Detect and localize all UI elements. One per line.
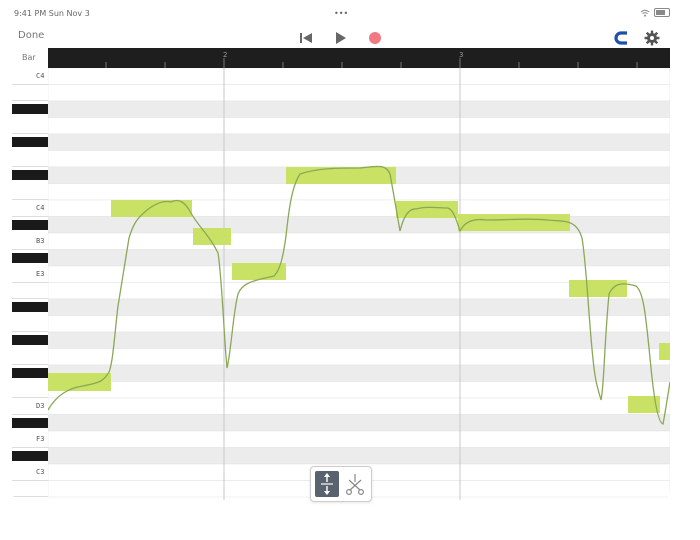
status-time-date: 9:41 PM Sun Nov 3: [14, 9, 90, 18]
magnet-icon: [614, 31, 627, 45]
piano-key-black[interactable]: [12, 252, 48, 263]
piano-key-black[interactable]: [12, 450, 48, 461]
note-label: F3: [36, 435, 45, 443]
toolbar: Done: [0, 26, 700, 50]
piano-key-white[interactable]: [12, 150, 48, 167]
piano-key-black[interactable]: [12, 335, 48, 346]
pitch-lane: [48, 117, 670, 135]
pitch-lane: [48, 364, 670, 382]
note-label: D3: [36, 402, 45, 410]
note-label: C4: [36, 204, 45, 212]
pitch-lane: [48, 232, 670, 250]
settings-button[interactable]: [642, 28, 662, 48]
grid-graphics: [48, 68, 670, 500]
record-button[interactable]: [365, 28, 385, 48]
note-label: B3: [36, 237, 45, 245]
play-button[interactable]: [330, 28, 350, 48]
play-icon: [336, 32, 346, 44]
pitch-lane: [48, 68, 670, 85]
pitch-lane: [48, 84, 670, 102]
pitch-lane: [48, 133, 670, 151]
pitch-lane: [48, 414, 670, 432]
pitch-lane: [48, 298, 670, 316]
status-time: 9:41 PM: [14, 9, 47, 18]
piano-keyboard[interactable]: C4 C4 B3 E3 D3 F3 C3: [12, 48, 48, 500]
piano-key-black[interactable]: [12, 219, 48, 230]
pitch-lane: [48, 381, 670, 399]
bar-marker-3: 3: [459, 51, 463, 59]
pitch-lane: [48, 447, 670, 465]
note-grid[interactable]: [48, 68, 670, 500]
piano-key-white[interactable]: [12, 381, 48, 398]
note-block[interactable]: [458, 214, 570, 231]
app-window: 9:41 PM Sun Nov 3 ••• Done Bar C4 C4 B3 …: [0, 0, 700, 540]
multitasking-dots[interactable]: •••: [334, 9, 348, 18]
snap-magnet-button[interactable]: [612, 28, 632, 48]
status-date: Sun Nov 3: [48, 9, 90, 18]
timeline-ruler[interactable]: 2 3: [48, 48, 670, 68]
note-block[interactable]: [569, 280, 627, 297]
note-block[interactable]: [111, 200, 192, 217]
pitch-lane: [48, 331, 670, 349]
gear-icon: [644, 30, 660, 46]
note-block[interactable]: [48, 373, 111, 391]
piano-key-black[interactable]: [12, 170, 48, 181]
piano-key-white[interactable]: [12, 348, 48, 365]
status-indicators: [640, 8, 670, 17]
piano-key-white[interactable]: [12, 480, 48, 497]
pitch-lane: [48, 348, 670, 366]
scissors-icon: [345, 474, 365, 496]
edit-tools-popover: [310, 466, 372, 502]
piano-key-black[interactable]: [12, 368, 48, 379]
pitch-lane: [48, 397, 670, 415]
ruler-graphics: 2 3: [105, 51, 638, 68]
pitch-tool-button[interactable]: [315, 471, 339, 497]
bar-marker-2: 2: [223, 51, 227, 59]
pitch-lane: [48, 100, 670, 118]
note-block[interactable]: [286, 167, 396, 184]
status-bar: 9:41 PM Sun Nov 3 •••: [0, 0, 700, 26]
piano-key-black[interactable]: [12, 302, 48, 313]
battery-icon: [654, 8, 670, 17]
pitch-lane: [48, 183, 670, 201]
piano-key-white[interactable]: [12, 282, 48, 299]
pitch-lane: [48, 315, 670, 333]
skip-back-button[interactable]: [296, 28, 316, 48]
done-button[interactable]: Done: [18, 30, 44, 41]
note-block[interactable]: [659, 343, 670, 360]
pitch-lane: [48, 430, 670, 448]
scissors-tool-button[interactable]: [343, 471, 367, 497]
piano-roll-editor: Bar C4 C4 B3 E3 D3 F3 C3 2 3: [12, 48, 670, 500]
piano-key-black[interactable]: [12, 417, 48, 428]
skip-back-icon: [300, 33, 312, 43]
wifi-icon: [640, 9, 650, 17]
note-label: C4: [36, 72, 45, 80]
note-label: E3: [36, 270, 45, 278]
piano-key-white[interactable]: [12, 183, 48, 200]
piano-key-white[interactable]: [12, 84, 48, 101]
note-label: C3: [36, 468, 45, 476]
piano-key-white[interactable]: [12, 117, 48, 134]
pitch-lane: [48, 150, 670, 168]
piano-key-black[interactable]: [12, 104, 48, 115]
up-down-arrows-icon: [321, 473, 333, 495]
pitch-lane: [48, 216, 670, 234]
pitch-lane: [48, 249, 670, 267]
record-icon: [369, 32, 381, 44]
piano-key-black[interactable]: [12, 137, 48, 148]
piano-key-white[interactable]: [12, 315, 48, 332]
